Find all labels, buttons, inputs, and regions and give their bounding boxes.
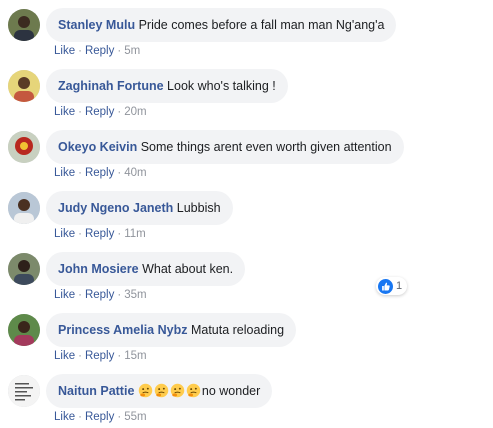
separator: · <box>78 228 82 240</box>
comment-item: John Mosiere What about ken. Like · Reply ·… <box>0 244 493 305</box>
reply-button[interactable]: Reply <box>85 411 114 423</box>
separator: · <box>117 106 122 118</box>
comment-timestamp[interactable]: 11m <box>124 228 146 240</box>
separator: · <box>117 228 122 240</box>
comment-timestamp[interactable]: 15m <box>124 350 146 362</box>
reply-button[interactable]: Reply <box>85 289 114 301</box>
comment-bubble: Princess Amelia Nybz Matuta reloading <box>46 313 297 347</box>
thinking-face-icon <box>186 377 201 398</box>
comment-author[interactable]: Princess Amelia Nybz <box>58 323 187 337</box>
comment-actions: Like · Reply · 5m <box>54 44 140 58</box>
like-button[interactable]: Like <box>54 228 75 240</box>
separator: · <box>78 167 82 179</box>
reply-button[interactable]: Reply <box>85 106 114 118</box>
like-button[interactable]: Like <box>54 106 75 118</box>
reply-button[interactable]: Reply <box>85 45 114 57</box>
separator: · <box>117 289 122 301</box>
comment-text: Some things arent even worth given atten… <box>140 140 392 154</box>
comment-item: Okeyo Keivin Some things arent even wort… <box>0 122 493 295</box>
comment-bubble: Zaghinah Fortune Look who's talking ! <box>46 69 288 103</box>
comment-actions: Like · Reply · 20m <box>54 105 147 119</box>
separator: · <box>117 350 122 362</box>
comment-item: Naitun Pattie no wonder Like · Reply · 55m <box>0 366 493 427</box>
avatar[interactable] <box>8 9 40 41</box>
like-button[interactable]: Like <box>54 45 75 57</box>
comment-text: Pride comes before a fall man man Ng'ang… <box>138 18 385 32</box>
separator: · <box>78 411 82 423</box>
comment-text: Matuta reloading <box>190 323 285 337</box>
comment-actions: Like · Reply · 40m <box>54 166 147 180</box>
comment-text: What about ken. <box>142 262 234 276</box>
thinking-face-icon <box>154 377 169 398</box>
comment-item: Stanley Mulu Pride comes before a fall m… <box>0 0 493 61</box>
comment-actions: Like · Reply · 35m <box>54 288 147 302</box>
avatar[interactable] <box>8 314 40 346</box>
comment-author[interactable]: Okeyo Keivin <box>58 140 137 154</box>
separator: · <box>78 350 82 362</box>
avatar[interactable] <box>8 375 40 407</box>
comment-author[interactable]: Stanley Mulu <box>58 18 135 32</box>
avatar[interactable] <box>8 70 40 102</box>
comment-timestamp[interactable]: 35m <box>124 289 146 301</box>
reply-button[interactable]: Reply <box>85 228 114 240</box>
thinking-face-icon <box>170 377 185 398</box>
comment-bubble: Okeyo Keivin Some things arent even wort… <box>46 130 404 164</box>
separator: · <box>117 411 122 423</box>
thinking-face-icon <box>138 377 153 398</box>
separator: · <box>117 167 122 179</box>
comment-timestamp[interactable]: 20m <box>124 106 146 118</box>
separator: · <box>117 45 122 57</box>
avatar[interactable] <box>8 192 40 224</box>
comment-actions: Like · Reply · 55m <box>54 410 147 424</box>
like-button[interactable]: Like <box>54 350 75 362</box>
comment-item: Princess Amelia Nybz Matuta reloading Li… <box>0 305 493 366</box>
comment-actions: Like · Reply · 15m <box>54 349 147 363</box>
comment-bubble: Stanley Mulu Pride comes before a fall m… <box>46 8 397 42</box>
like-button[interactable]: Like <box>54 167 75 179</box>
like-button[interactable]: Like <box>54 289 75 301</box>
comment-bubble: Judy Ngeno Janeth Lubbish <box>46 191 233 225</box>
comment-text: Look who's talking ! <box>167 79 276 93</box>
comment-actions: Like · Reply · 11m <box>54 227 146 241</box>
reply-button[interactable]: Reply <box>85 350 114 362</box>
separator: · <box>78 106 82 118</box>
reply-button[interactable]: Reply <box>85 167 114 179</box>
avatar[interactable] <box>8 131 40 163</box>
comment-author[interactable]: Naitun Pattie <box>58 384 134 398</box>
comment-author[interactable]: Judy Ngeno Janeth <box>58 201 173 215</box>
comment-text: Lubbish <box>176 201 221 215</box>
comment-text: no wonder <box>201 384 261 398</box>
comment-list: Stanley Mulu Pride comes before a fall m… <box>0 0 493 428</box>
comment-author[interactable]: John Mosiere <box>58 262 139 276</box>
comment-timestamp[interactable]: 5m <box>124 45 140 57</box>
comment-timestamp[interactable]: 55m <box>124 411 146 423</box>
avatar[interactable] <box>8 253 40 285</box>
comment-item: Zaghinah Fortune Look who's talking ! Li… <box>0 61 493 122</box>
separator: · <box>78 289 82 301</box>
separator: · <box>78 45 82 57</box>
comment-item: Judy Ngeno Janeth Lubbish Like · Reply · 11m <box>0 183 493 244</box>
comment-author[interactable]: Zaghinah Fortune <box>58 79 164 93</box>
comment-timestamp[interactable]: 40m <box>124 167 146 179</box>
comment-bubble: Naitun Pattie no wonder <box>46 374 273 408</box>
comment-bubble: John Mosiere What about ken. <box>46 252 246 286</box>
like-button[interactable]: Like <box>54 411 75 423</box>
